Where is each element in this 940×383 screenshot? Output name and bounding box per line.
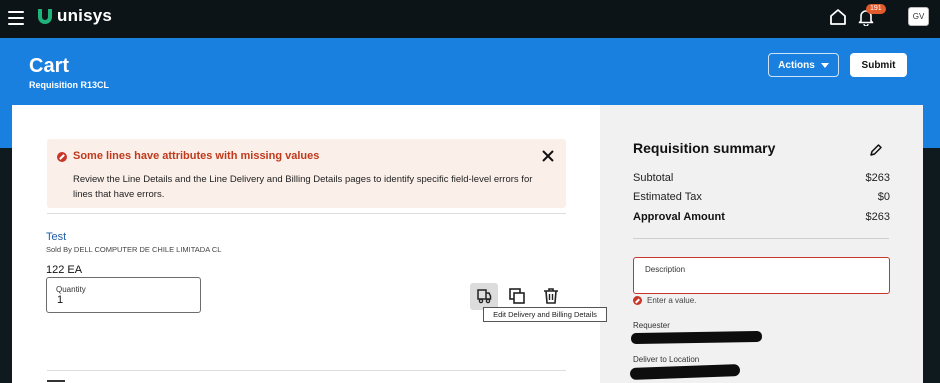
- item-name-link[interactable]: Test: [46, 231, 66, 243]
- menu-icon[interactable]: [8, 11, 24, 25]
- quantity-label: Quantity: [56, 285, 86, 294]
- summary-title: Requisition summary: [633, 140, 776, 156]
- quantity-value[interactable]: 1: [57, 294, 63, 306]
- error-message: Review the Line Details and the Line Del…: [73, 174, 533, 200]
- divider: [633, 238, 889, 239]
- logo[interactable]: unisys: [37, 6, 112, 26]
- home-icon[interactable]: [828, 8, 848, 26]
- next-line-item: [47, 380, 65, 382]
- quantity-field[interactable]: [46, 277, 201, 313]
- requester-label: Requester: [633, 321, 670, 330]
- trash-icon[interactable]: [542, 287, 560, 305]
- duplicate-icon[interactable]: [508, 287, 526, 305]
- brand-name: unisys: [57, 6, 113, 25]
- divider: [47, 370, 566, 371]
- top-bar: [0, 0, 940, 38]
- tax-value: $0: [877, 191, 890, 203]
- tax-label: Estimated Tax: [633, 191, 702, 203]
- supplier-text: Sold By DELL COMPUTER DE CHILE LIMITADA …: [46, 245, 222, 254]
- description-error: Enter a value.: [647, 296, 697, 305]
- quantity-uom: 122 EA: [46, 264, 83, 276]
- edit-icon[interactable]: [869, 143, 883, 157]
- notification-badge: 191: [866, 4, 886, 14]
- actions-label: Actions: [778, 59, 815, 71]
- error-title: Some lines have attributes with missing …: [73, 150, 320, 162]
- requisition-number: Requisition R13CL: [29, 80, 110, 90]
- chevron-down-icon: [820, 62, 829, 68]
- approval-amount-value: $263: [865, 211, 890, 223]
- truck-icon: [477, 289, 492, 304]
- subtotal-label: Subtotal: [633, 172, 674, 184]
- deliver-to-location-label: Deliver to Location: [633, 355, 700, 364]
- close-icon[interactable]: [541, 149, 555, 163]
- error-icon: [633, 296, 642, 305]
- subtotal-value: $263: [865, 172, 890, 184]
- actions-button[interactable]: Actions: [768, 53, 839, 77]
- description-label: Description: [645, 265, 686, 274]
- page-background: [923, 148, 940, 383]
- edit-delivery-billing-button[interactable]: [470, 283, 498, 310]
- unisys-logo-icon: [38, 9, 52, 24]
- submit-button[interactable]: Submit: [850, 53, 907, 77]
- error-icon: [57, 152, 67, 162]
- tooltip: Edit Delivery and Billing Details: [483, 307, 607, 322]
- divider: [47, 213, 566, 214]
- redacted-requester: [630, 330, 763, 345]
- avatar[interactable]: GV: [908, 7, 929, 26]
- description-field[interactable]: [633, 257, 890, 294]
- approval-amount-label: Approval Amount: [633, 211, 725, 223]
- page-title: Cart: [29, 55, 70, 77]
